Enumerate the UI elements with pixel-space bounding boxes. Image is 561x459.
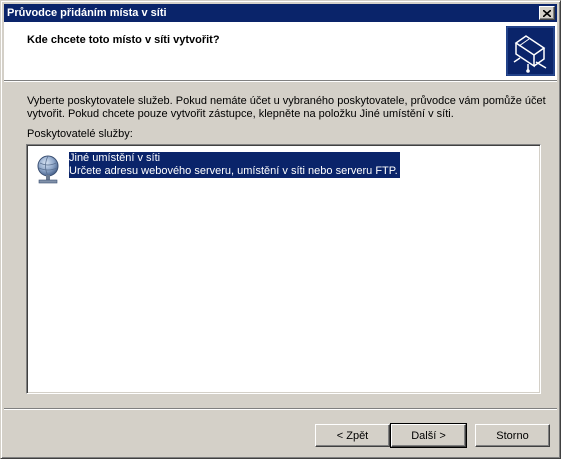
back-button[interactable]: < Zpět	[315, 424, 390, 447]
network-location-icon	[37, 155, 59, 184]
wizard-header: Kde chcete toto místo v síti vytvořit?	[4, 22, 557, 80]
list-item[interactable]: Jiné umístění v síti Určete adresu webov…	[35, 152, 415, 184]
next-button[interactable]: Další >	[390, 423, 467, 448]
providers-label: Poskytovatelé služby:	[27, 128, 133, 140]
network-folder-wizard-icon	[506, 26, 555, 76]
close-icon	[543, 9, 551, 17]
provider-name: Jiné umístění v síti	[69, 152, 400, 165]
footer-divider	[4, 408, 557, 410]
cancel-button[interactable]: Storno	[475, 424, 550, 447]
title-bar[interactable]: Průvodce přidáním místa v síti	[4, 4, 557, 22]
provider-description: Určete adresu webového serveru, umístění…	[69, 165, 400, 178]
providers-listbox[interactable]: Jiné umístění v síti Určete adresu webov…	[26, 144, 541, 394]
header-divider	[4, 80, 557, 82]
wizard-window: Průvodce přidáním místa v síti Kde chcet…	[0, 0, 561, 459]
window-title: Průvodce přidáním místa v síti	[7, 7, 167, 19]
instructions-text: Vyberte poskytovatele služeb. Pokud nemá…	[27, 95, 546, 120]
close-button[interactable]	[539, 6, 555, 20]
page-title: Kde chcete toto místo v síti vytvořit?	[27, 34, 220, 46]
